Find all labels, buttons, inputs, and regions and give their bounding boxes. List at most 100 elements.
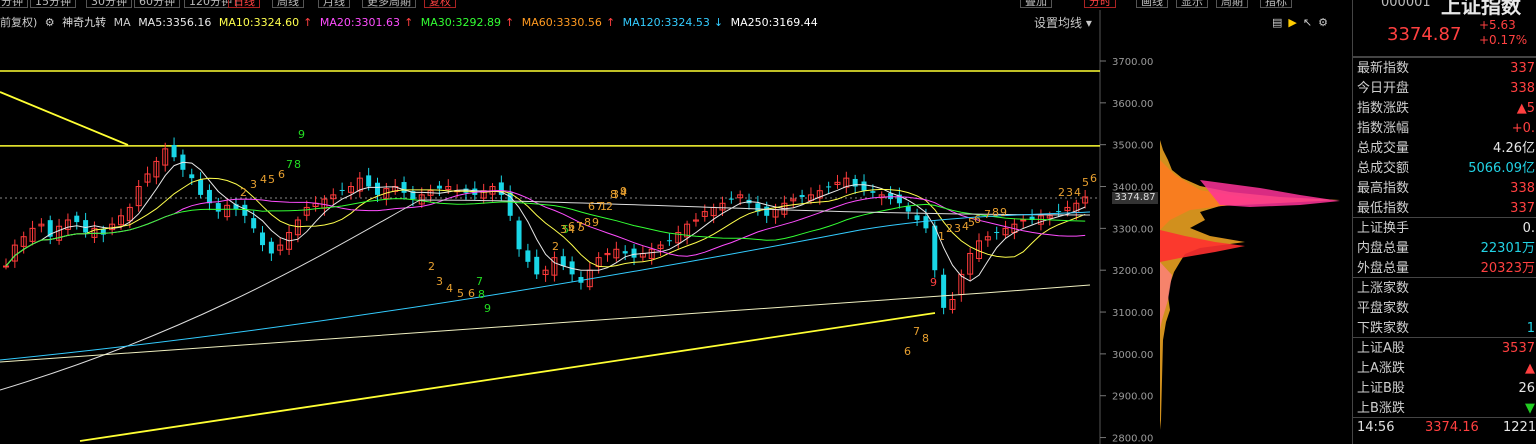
tick-volume: 1221 — [1503, 420, 1536, 435]
candle-body — [1056, 211, 1062, 213]
nine-turn-label: 5 — [578, 221, 585, 234]
tab-0[interactable]: 分钟 — [0, 0, 28, 8]
quote-row: 上B涨跌 ▼ — [1357, 399, 1535, 419]
tab-9[interactable]: 复权 — [424, 0, 456, 8]
tab-13[interactable]: 显示 — [1176, 0, 1208, 8]
nine-turn-label: 7 — [286, 158, 293, 171]
quote-row-value: ▲5 — [1516, 101, 1535, 116]
quote-panel: 000001 上证指数 3374.87 +5.63 +0.17% 最新指数 337… — [1352, 0, 1536, 444]
quote-row: 最低指数 337 — [1357, 199, 1535, 219]
nine-turn-label: 8 — [610, 188, 617, 201]
indicator-name[interactable]: 神奇九转 — [62, 16, 106, 29]
candle-body — [888, 193, 894, 200]
flag-icon[interactable]: ▶ — [1288, 16, 1296, 29]
quote-row: 总成交量 4.26亿 — [1357, 139, 1535, 159]
tab-3[interactable]: 60分钟 — [134, 0, 180, 8]
candle-body — [206, 189, 212, 204]
nine-turn-label: 9 — [298, 128, 305, 141]
candle-body — [764, 206, 770, 216]
nine-turn-label: 9 — [620, 185, 627, 198]
nine-turn-label: 6 — [904, 345, 911, 358]
y-tick-label: 3000.00 — [1112, 350, 1153, 361]
nine-turn-label: 8 — [584, 216, 591, 229]
stock-price: 3374.87 — [1387, 24, 1462, 45]
candle-body — [666, 240, 672, 242]
tab-1[interactable]: 15分钟 — [30, 0, 76, 8]
quote-row: 上证换手 0. — [1357, 219, 1535, 239]
candle-body — [799, 195, 805, 197]
nine-turn-label: 4 — [1074, 186, 1081, 199]
draw-icon[interactable]: ▤ — [1272, 16, 1282, 29]
quote-row-label: 最高指数 — [1357, 181, 1410, 196]
candle-body — [260, 232, 266, 246]
nine-turn-label: 7 — [476, 275, 483, 288]
ma-settings-button[interactable]: 设置均线 ▾ — [1034, 14, 1092, 32]
quote-row-label: 上涨家数 — [1357, 281, 1410, 296]
candle-body — [905, 206, 911, 212]
ma5-value: MA5:3356.16 — [138, 16, 212, 29]
ma250-line — [0, 284, 1091, 363]
quote-row-label: 最低指数 — [1357, 201, 1410, 216]
tab-8[interactable]: 更多周期 — [362, 0, 416, 8]
quote-row-label: 上证换手 — [1357, 221, 1410, 236]
quote-row-label: 指数涨幅 — [1357, 121, 1410, 136]
tick-time: 14:56 — [1357, 420, 1395, 435]
tab-14[interactable]: 周期 — [1216, 0, 1248, 8]
arrow-tool-icon[interactable]: ↖ — [1303, 16, 1312, 29]
quote-row: 最高指数 338 — [1357, 179, 1535, 199]
nine-turn-label: 3 — [560, 223, 567, 236]
candle-body — [622, 251, 628, 254]
y-tick-label: 2900.00 — [1112, 392, 1153, 403]
quote-row-label: 外盘总量 — [1357, 261, 1410, 276]
candle-body — [339, 189, 345, 191]
tab-12[interactable]: 画线 — [1136, 0, 1168, 8]
settings-icon[interactable]: ⚙ — [1318, 16, 1328, 29]
tab-15[interactable]: 指标 — [1260, 0, 1292, 8]
quote-row: 上证A股 3537 — [1357, 339, 1535, 359]
kline-chart[interactable]: 3700.003600.003500.003400.003300.003200.… — [0, 0, 1352, 444]
tab-11[interactable]: 分时 — [1084, 0, 1116, 8]
quote-row: 上涨家数 — [1357, 279, 1533, 299]
quote-row-label: 平盘家数 — [1357, 301, 1410, 316]
tab-10[interactable]: 叠加 — [1020, 0, 1052, 8]
nine-turn-label: 8 — [294, 158, 301, 171]
nine-turn-label: 3 — [250, 178, 257, 191]
quote-row-label: 内盘总量 — [1357, 241, 1410, 256]
fq-label: 前复权) — [0, 16, 38, 29]
nine-turn-label: 5 — [457, 287, 464, 300]
candle-body — [3, 265, 9, 268]
tab-7[interactable]: 月线 — [318, 0, 350, 8]
nine-turn-label: 2 — [552, 240, 559, 253]
divider — [1353, 277, 1536, 278]
nine-turn-label: 6 — [1090, 172, 1097, 185]
candle-body — [631, 248, 637, 258]
gear-icon[interactable]: ⚙ — [45, 16, 55, 29]
tab-6[interactable]: 周线 — [272, 0, 304, 8]
quote-row: 内盘总量 22301万 — [1357, 239, 1535, 259]
quote-row-value: 20323万 — [1480, 261, 1535, 276]
ma250-value: MA250:3169.44 — [730, 16, 818, 29]
nine-turn-label: 3 — [436, 275, 443, 288]
nine-turn-label: 6 — [278, 168, 285, 181]
quote-row-label: 上证A股 — [1357, 341, 1405, 356]
nine-turn-label: 4 — [446, 282, 453, 295]
candle-body — [436, 185, 442, 189]
tab-5[interactable]: 日线 — [228, 0, 260, 8]
nine-turn-label: 8 — [922, 332, 929, 345]
quote-row-value: ▼ — [1525, 401, 1535, 416]
candle-body — [923, 216, 929, 229]
nine-turn-label: 2 — [1058, 186, 1065, 199]
nine-turn-label: 2 — [606, 200, 613, 213]
nine-turn-label: 4 — [260, 173, 267, 186]
candle-body — [914, 215, 920, 220]
trend-line-down — [0, 91, 129, 146]
stock-change: +5.63 +0.17% — [1479, 18, 1528, 47]
ma-label: MA — [113, 16, 131, 29]
candle-body — [401, 182, 407, 193]
quote-row-label: 下跌家数 — [1357, 321, 1410, 336]
candle-body — [189, 174, 195, 179]
nine-turn-label: 3 — [1066, 186, 1073, 199]
trend-line-up — [79, 312, 936, 442]
tab-2[interactable]: 30分钟 — [86, 0, 132, 8]
ma120-value: MA120:3324.53 — [622, 16, 710, 29]
